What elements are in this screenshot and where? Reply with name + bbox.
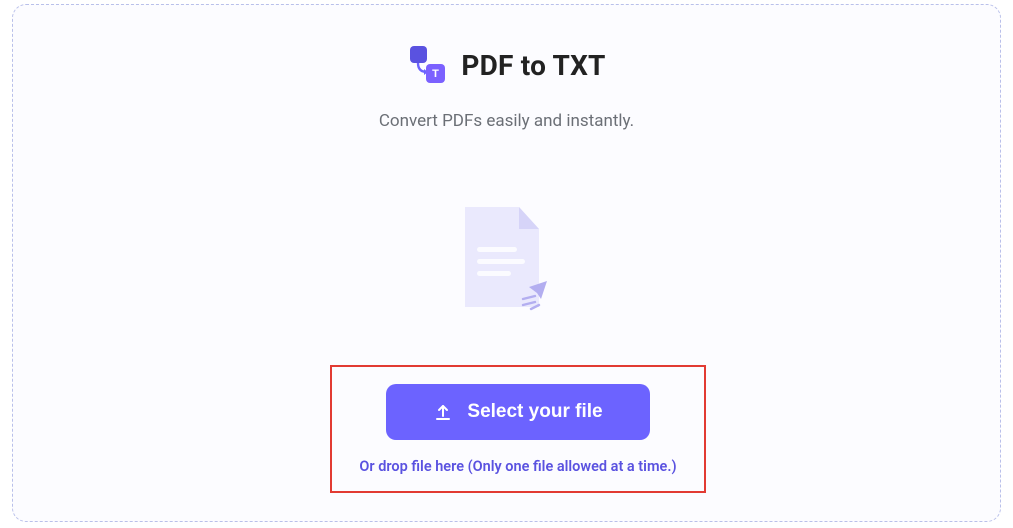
drop-hint[interactable]: Or drop file here (Only one file allowed…	[359, 458, 676, 475]
svg-text:T: T	[433, 68, 440, 80]
action-highlight-box: Select your file Or drop file here (Only…	[330, 365, 706, 493]
header: T PDF to TXT Convert PDFs easily and ins…	[13, 45, 1000, 131]
upload-panel: T PDF to TXT Convert PDFs easily and ins…	[12, 4, 1001, 522]
page-title: PDF to TXT	[461, 49, 605, 82]
upload-icon	[433, 402, 453, 422]
page-subtitle: Convert PDFs easily and instantly.	[13, 111, 1000, 131]
pdf-to-txt-icon: T	[407, 45, 447, 85]
document-upload-illustration	[447, 199, 567, 319]
select-file-label: Select your file	[467, 401, 602, 423]
select-file-button[interactable]: Select your file	[386, 384, 650, 440]
title-row: T PDF to TXT	[407, 45, 605, 85]
